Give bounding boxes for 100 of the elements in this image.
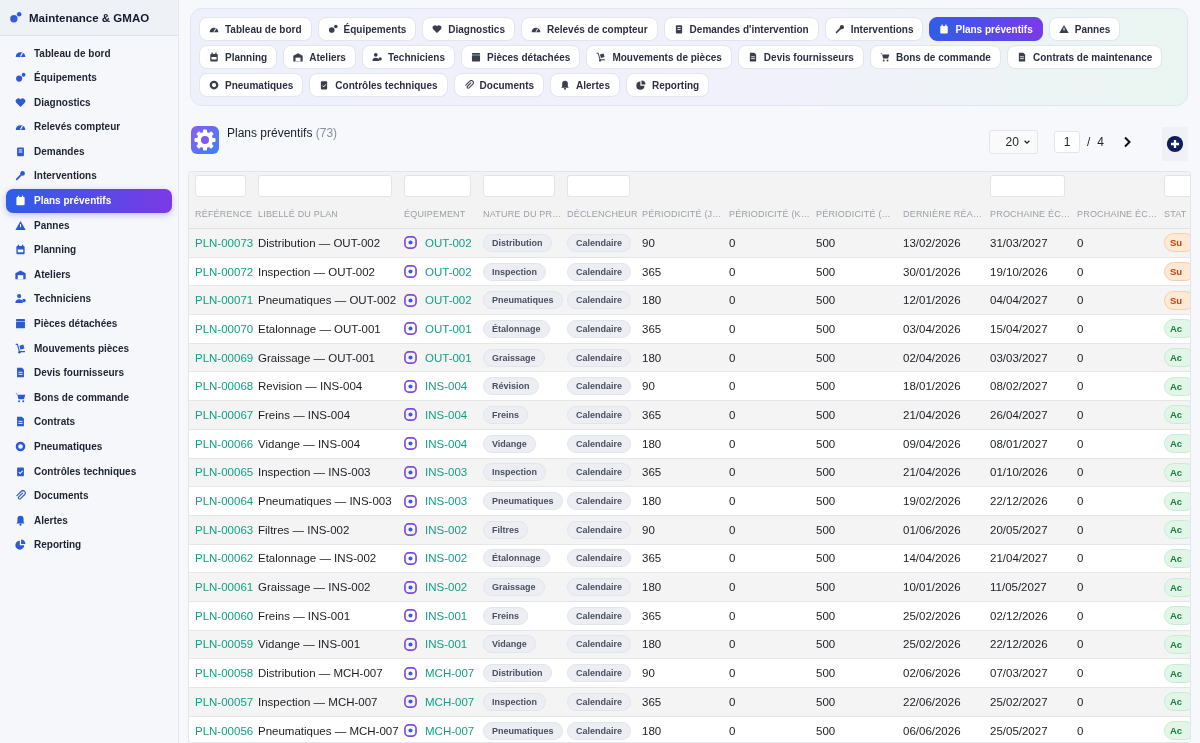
tab[interactable]: Documents — [453, 73, 545, 97]
table-cell-text: 365 — [642, 695, 663, 708]
column-header: PÉRIODICITÉ (… — [816, 209, 892, 219]
filter-field[interactable] — [567, 175, 630, 197]
tab[interactable]: Ateliers — [283, 45, 356, 69]
trigger-tag: Calendaire — [567, 721, 632, 740]
table-cell-text: 0 — [1077, 466, 1085, 479]
tab[interactable]: Mouvements de pièces — [586, 45, 732, 69]
filter-field[interactable] — [483, 175, 555, 197]
tab[interactable]: Techniciens — [361, 45, 455, 69]
tab[interactable]: Devis fournisseurs — [737, 45, 864, 69]
table-cell-text: 500 — [816, 322, 837, 335]
table-cell-text: 01/10/2026 — [990, 466, 1049, 479]
status-tag: Ac — [1164, 692, 1190, 712]
column-header: PÉRIODICITÉ (K… — [729, 209, 811, 219]
tab[interactable]: Équipements — [317, 17, 417, 41]
nature-tag: Pneumatiques — [483, 291, 563, 310]
sidebar-item[interactable]: Relevés compteur — [6, 114, 172, 139]
table-cell-text: 0 — [1077, 724, 1085, 737]
tab[interactable]: Contrats de maintenance — [1006, 45, 1163, 69]
sidebar-item[interactable]: Interventions — [6, 163, 172, 188]
table-cell-text: 500 — [816, 609, 837, 622]
calendar-icon — [15, 244, 26, 256]
table-cell-text: 0 — [729, 236, 737, 249]
status-tag: Ac — [1164, 520, 1190, 540]
filter-field[interactable] — [195, 175, 246, 197]
table-cell-text: 25/02/2026 — [903, 638, 962, 651]
table-cell-text: Pneumatiques — INS-003 — [258, 495, 393, 508]
trigger-tag: Calendaire — [567, 578, 632, 597]
status-tag: Ac — [1164, 663, 1190, 683]
table-cell-text: 0 — [729, 322, 737, 335]
sidebar-item[interactable]: Équipements — [6, 65, 172, 90]
table-cell-text: 14/04/2026 — [903, 552, 962, 565]
table-cell-text: 0 — [729, 437, 737, 450]
tab[interactable]: Planning — [199, 45, 278, 69]
sidebar-item[interactable]: Planning — [6, 237, 172, 262]
trigger-tag: Calendaire — [567, 348, 632, 367]
table-cell-text: 500 — [816, 351, 837, 364]
column-header: NATURE DU PR… — [483, 209, 563, 219]
sidebar-item[interactable]: Diagnostics — [6, 90, 172, 115]
tab[interactable]: Demandes d'intervention — [663, 17, 819, 41]
tab[interactable]: Pneumatiques — [199, 73, 304, 97]
add-button[interactable] — [1162, 127, 1188, 161]
tab[interactable]: Pièces détachées — [461, 45, 581, 69]
sidebar-item[interactable]: Pannes — [6, 213, 172, 238]
table-cell-text: 0 — [729, 581, 737, 594]
tab[interactable]: Plans préventifs — [929, 17, 1043, 41]
table-cell-text: 0 — [729, 609, 737, 622]
sidebar-item[interactable]: Contrats — [6, 409, 172, 434]
calendar-check-icon — [939, 24, 950, 34]
sidebar-item[interactable]: Demandes — [6, 139, 172, 164]
page-size-select[interactable]: 20 — [988, 130, 1038, 154]
sidebar-item[interactable]: Documents — [6, 483, 172, 508]
status-tag: Ac — [1164, 376, 1190, 396]
trigger-tag: Calendaire — [567, 233, 632, 252]
trigger-tag: Calendaire — [567, 319, 632, 338]
sidebar-item[interactable]: Tableau de bord — [6, 41, 172, 65]
table-cell-text: 180 — [642, 495, 663, 508]
filter-field[interactable] — [258, 175, 392, 197]
tab[interactable]: Reporting — [625, 73, 710, 97]
page-field[interactable]: 1 — [1053, 131, 1080, 153]
table-cell-text: Revision — INS-004 — [258, 380, 364, 393]
sidebar-item[interactable]: Bons de commande — [6, 385, 172, 410]
tab[interactable]: Tableau de bord — [199, 17, 312, 41]
sidebar-item[interactable]: Reporting — [6, 532, 172, 557]
table-cell-text: 500 — [816, 236, 837, 249]
filter-field[interactable] — [990, 175, 1065, 197]
filter-field[interactable] — [404, 175, 471, 197]
table-cell-text: 01/06/2026 — [903, 523, 962, 536]
plus-icon — [1166, 135, 1184, 153]
sidebar-item[interactable]: Contrôles techniques — [6, 459, 172, 484]
sidebar-item[interactable]: Ateliers — [6, 262, 172, 287]
nature-tag: Distribution — [483, 664, 552, 683]
nature-tag: Filtres — [483, 520, 528, 539]
tab[interactable]: Relevés de compteur — [521, 17, 658, 41]
table-cell-text: 02/04/2026 — [903, 351, 962, 364]
sidebar-item[interactable]: Plans préventifs — [6, 188, 172, 213]
tab[interactable]: Alertes — [550, 73, 620, 97]
tab[interactable]: Contrôles techniques — [309, 73, 448, 97]
table-cell-text: 21/04/2027 — [990, 552, 1049, 565]
nature-tag: Distribution — [483, 233, 552, 252]
tab[interactable]: Pannes — [1048, 17, 1121, 41]
sidebar-item[interactable]: Devis fournisseurs — [6, 360, 172, 385]
sidebar-item[interactable]: Pièces détachées — [6, 311, 172, 336]
tab[interactable]: Diagnostics — [422, 17, 515, 41]
sidebar-item[interactable]: Mouvements pièces — [6, 336, 172, 361]
column-header: DÉCLENCHEUR — [567, 209, 639, 219]
tab[interactable]: Interventions — [824, 17, 924, 41]
tab[interactable]: Bons de commande — [869, 45, 1001, 69]
table-cell-text: 19/10/2026 — [990, 265, 1049, 278]
table-cell-text: 0 — [729, 495, 737, 508]
sidebar-item[interactable]: Alertes — [6, 508, 172, 533]
table-cell-text: 03/04/2026 — [903, 322, 962, 335]
table-cell-text: 0 — [1077, 695, 1085, 708]
document-icon — [747, 52, 758, 62]
table-cell-text: 02/06/2026 — [903, 667, 962, 680]
table-cell-text: 0 — [729, 294, 737, 307]
table-cell-text: 0 — [1077, 437, 1085, 450]
sidebar-item[interactable]: Pneumatiques — [6, 434, 172, 459]
sidebar-item[interactable]: Techniciens — [6, 286, 172, 311]
